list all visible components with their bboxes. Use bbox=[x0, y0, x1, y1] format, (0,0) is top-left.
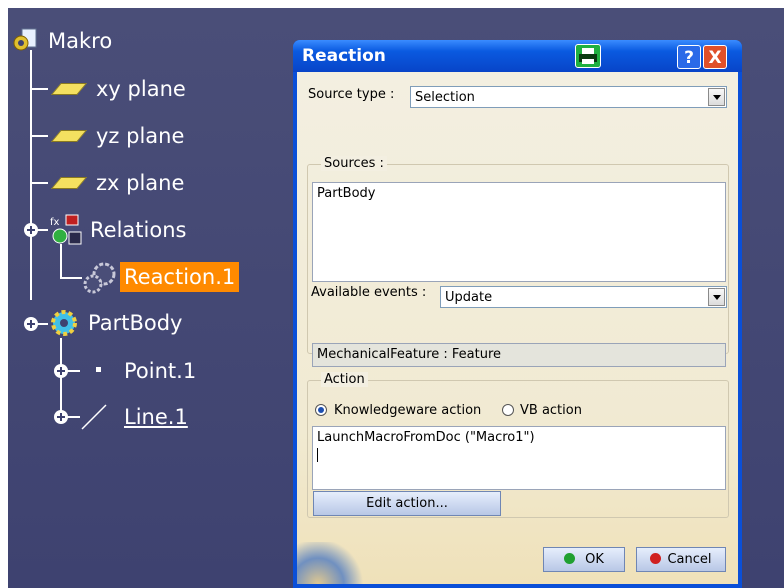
reaction-gear-icon bbox=[82, 260, 118, 294]
tree-item-yz-plane[interactable]: yz plane bbox=[48, 121, 186, 151]
knowledgeware-radio[interactable] bbox=[315, 404, 327, 416]
tree-item-reaction[interactable]: Reaction.1 bbox=[82, 260, 240, 294]
tree-item-partbody[interactable]: PartBody bbox=[48, 308, 184, 338]
expand-line-icon[interactable] bbox=[54, 410, 68, 424]
source-type-select[interactable]: Selection bbox=[410, 86, 727, 108]
relations-icon: fx bbox=[48, 214, 84, 246]
expand-relations-icon[interactable] bbox=[24, 223, 38, 237]
tree-label-relations: Relations bbox=[90, 218, 187, 242]
tree-label-root: Makro bbox=[48, 29, 113, 53]
tree-label-point: Point.1 bbox=[124, 359, 197, 383]
close-button[interactable]: X bbox=[703, 45, 727, 69]
dialog-titlebar[interactable]: Reaction ? X bbox=[293, 40, 742, 72]
tree-label-reaction: Reaction.1 bbox=[120, 262, 240, 292]
edit-action-button[interactable]: Edit action... bbox=[313, 491, 501, 516]
point-icon bbox=[80, 361, 110, 381]
action-code-editor[interactable]: LaunchMacroFromDoc ("Macro1") bbox=[312, 426, 726, 490]
cancel-label: Cancel bbox=[667, 552, 712, 567]
knowledgeware-radio-label: Knowledgeware action bbox=[334, 403, 482, 418]
printer-icon[interactable] bbox=[575, 44, 601, 68]
tree-item-point[interactable]: Point.1 bbox=[80, 356, 198, 386]
dialog-body: Source type : Selection Sources : PartBo… bbox=[297, 72, 738, 584]
text-cursor bbox=[317, 448, 318, 462]
plane-icon bbox=[50, 177, 88, 189]
sources-list[interactable]: PartBody bbox=[312, 182, 726, 282]
events-label: Available events : bbox=[311, 285, 427, 300]
tree-item-line[interactable]: Line.1 bbox=[80, 402, 190, 432]
tree-label-yz-plane: yz plane bbox=[96, 124, 185, 148]
events-select[interactable]: Update bbox=[440, 286, 727, 308]
chevron-down-icon[interactable] bbox=[708, 88, 725, 106]
tree-label-partbody: PartBody bbox=[88, 311, 183, 335]
ok-green-icon bbox=[564, 553, 576, 564]
expand-partbody-icon[interactable] bbox=[24, 317, 38, 331]
help-button[interactable]: ? bbox=[677, 45, 701, 69]
partbody-gear-icon bbox=[48, 308, 80, 338]
action-code-text: LaunchMacroFromDoc ("Macro1") bbox=[317, 430, 535, 445]
dialog-title: Reaction bbox=[302, 46, 386, 66]
tree-sub-line bbox=[60, 244, 62, 278]
events-value: Update bbox=[445, 290, 493, 305]
vb-radio[interactable] bbox=[502, 404, 514, 416]
sources-label: Sources : bbox=[321, 156, 387, 171]
tree-label-line: Line.1 bbox=[124, 405, 188, 429]
tree-item-root[interactable]: Makro bbox=[12, 26, 114, 56]
tree-label-xy-plane: xy plane bbox=[96, 77, 186, 101]
source-type-label: Source type : bbox=[308, 87, 395, 102]
reaction-dialog: Reaction ? X Source type : Selection Sou… bbox=[293, 40, 742, 588]
action-label: Action bbox=[321, 372, 368, 387]
ok-label: OK bbox=[585, 552, 604, 567]
tree-label-zx-plane: zx plane bbox=[96, 171, 185, 195]
svg-text:fx: fx bbox=[50, 217, 60, 228]
workspace-canvas: Makro xy plane yz plane zx plane fx Rela… bbox=[8, 8, 784, 588]
line-icon bbox=[80, 403, 110, 431]
tree-branch-line bbox=[30, 135, 48, 137]
tree-branch-line bbox=[30, 182, 48, 184]
tree-item-zx-plane[interactable]: zx plane bbox=[48, 168, 186, 198]
vb-radio-label: VB action bbox=[520, 403, 582, 418]
cancel-button[interactable]: Cancel bbox=[636, 547, 726, 572]
tree-item-xy-plane[interactable]: xy plane bbox=[48, 74, 188, 104]
plane-icon bbox=[50, 83, 88, 95]
feature-info-field: MechanicalFeature : Feature bbox=[312, 343, 726, 367]
source-type-value: Selection bbox=[415, 90, 475, 105]
chevron-down-icon[interactable] bbox=[708, 288, 725, 306]
tree-item-relations[interactable]: fx Relations bbox=[48, 214, 188, 246]
decorative-swirl bbox=[297, 542, 367, 584]
cancel-red-icon bbox=[650, 553, 662, 564]
expand-point-icon[interactable] bbox=[54, 364, 68, 378]
ok-button[interactable]: OK bbox=[543, 547, 625, 572]
plane-icon bbox=[50, 130, 88, 142]
tree-branch-line bbox=[30, 88, 48, 90]
document-icon bbox=[12, 28, 40, 54]
tree-sub-line bbox=[60, 277, 82, 279]
